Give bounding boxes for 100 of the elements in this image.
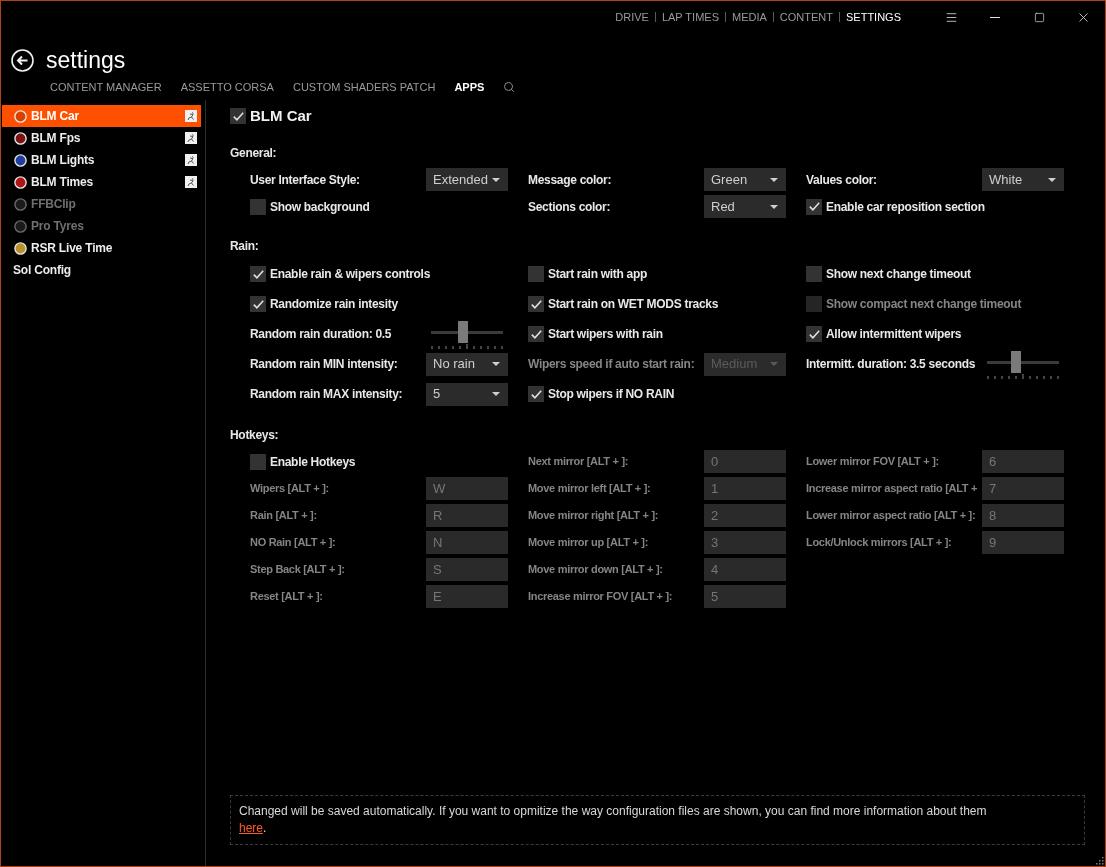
sidebar-item[interactable]: BLM Lights (2, 149, 201, 171)
checkbox[interactable] (806, 266, 822, 282)
checkbox[interactable] (250, 296, 266, 312)
checkbox[interactable] (806, 198, 822, 215)
help-link[interactable]: here (239, 821, 264, 835)
sub-tab[interactable]: CONTENT MANAGER (50, 78, 162, 96)
dropdown[interactable]: 5 (426, 382, 508, 406)
sub-tab[interactable]: CUSTOM SHADERS PATCH (292, 78, 436, 96)
checkbox[interactable] (250, 453, 266, 470)
caret-icon (492, 362, 500, 366)
search-icon[interactable] (503, 81, 516, 93)
check-icon (252, 269, 264, 279)
field-label: Lock/Unlock mirrors [ALT + ]: (806, 535, 953, 551)
check-icon (530, 389, 542, 399)
checkbox-label: Show next change timeout (826, 266, 971, 283)
field-label: Random rain MAX intensity: (250, 386, 404, 403)
check-icon (530, 329, 542, 339)
checkbox[interactable] (230, 108, 246, 124)
caret-icon (492, 392, 500, 396)
tick-marks (431, 344, 503, 349)
nav-tab[interactable]: DRIVE (615, 8, 649, 26)
sub-tab[interactable]: ASSETTO CORSA (180, 78, 274, 96)
notice-text: Changed will be saved automatically. If you want to opmitize the way configuration files are shown, you can find more information about them here. (239, 803, 988, 837)
field-label: Lower mirror FOV [ALT + ]: (806, 454, 940, 470)
caret-icon (770, 362, 778, 366)
check-icon (530, 299, 542, 309)
slider-track[interactable] (987, 351, 1059, 373)
dropdown[interactable]: White (982, 168, 1064, 191)
checkbox-label: Randomize rain intesity (270, 296, 398, 313)
checkbox-label: Stop wipers if NO RAIN (548, 386, 675, 403)
checkbox-label: Start rain with app (548, 266, 647, 283)
checkbox[interactable] (250, 266, 266, 282)
slider-thumb[interactable] (1010, 351, 1021, 373)
slider-label: Intermitt. duration: 3.5 seconds (806, 356, 977, 373)
caret-icon (770, 177, 778, 182)
checkbox[interactable] (250, 198, 266, 215)
section-title: Rain: (230, 238, 260, 254)
sidebar-item[interactable]: BLM Fps (2, 127, 201, 149)
checkbox[interactable] (528, 386, 544, 402)
checkbox[interactable] (528, 296, 544, 312)
resize-grip-icon[interactable] (1095, 856, 1104, 865)
field-label: Values color: (806, 171, 878, 189)
nav-tab[interactable]: SETTINGS (846, 8, 901, 26)
nav-tab[interactable]: MEDIA (731, 8, 767, 26)
checkbox-label: Start wipers with rain (548, 326, 663, 343)
checkbox-label: Show compact next change timeout (826, 296, 1022, 313)
tick-marks (987, 374, 1059, 379)
slider-thumb[interactable] (458, 321, 469, 343)
field-label: Lower mirror aspect ratio [ALT + ]: (806, 508, 977, 524)
checkbox-label: Enable Hotkeys (270, 453, 356, 471)
minimize-icon (990, 16, 1000, 18)
checkbox-label: Allow intermittent wipers (826, 326, 962, 343)
section-title: General: (230, 145, 278, 161)
caret-icon (492, 177, 500, 182)
checkbox[interactable] (806, 326, 822, 342)
app-title: BLM Car (250, 105, 312, 126)
field-label: Rain [ALT + ]: (250, 508, 318, 524)
checkbox-label: Show background (270, 198, 370, 216)
dropdown[interactable]: Green (704, 168, 786, 191)
maximize-icon (1033, 11, 1045, 23)
field-label: Sections color: (528, 198, 612, 216)
slider-label: Random rain duration: 0.5 (250, 326, 393, 343)
checkbox[interactable] (528, 326, 544, 342)
sidebar-item[interactable]: Sol Config (2, 259, 201, 281)
nav-tab[interactable]: LAP TIMES (661, 8, 719, 26)
field-label: Increase mirror FOV [ALT + ]: (528, 589, 674, 605)
caret-icon (770, 204, 778, 209)
field-label: Increase mirror aspect ratio [ALT + (806, 481, 979, 497)
field-label: Wipers [ALT + ]: (250, 481, 330, 497)
nav-tab[interactable]: CONTENT (779, 8, 833, 26)
sidebar-item[interactable]: BLM Times (2, 171, 201, 193)
field-label: Move mirror right [ALT + ]: (528, 508, 660, 524)
field-label: Move mirror up [ALT + ]: (528, 535, 649, 551)
slider-track[interactable] (431, 321, 503, 343)
dropdown[interactable]: Red (704, 195, 786, 218)
field-label: NO Rain [ALT + ]: (250, 535, 337, 551)
dropdown[interactable]: Extended (426, 168, 508, 191)
field-label: Next mirror [ALT + ]: (528, 454, 630, 470)
checkbox-label: Enable car reposition section (826, 198, 985, 216)
section-title: Hotkeys: (230, 427, 280, 443)
field-label: Wipers speed if auto start rain: (528, 356, 696, 373)
check-icon (808, 329, 820, 339)
menu-icon (944, 10, 958, 24)
caret-icon (1048, 177, 1056, 182)
field-label: Move mirror left [ALT + ]: (528, 481, 652, 497)
sub-tab[interactable]: APPS (454, 78, 485, 96)
field-label: Step Back [ALT + ]: (250, 562, 346, 578)
check-icon (232, 111, 244, 121)
sidebar-item[interactable]: RSR Live Time (2, 237, 201, 259)
checkbox[interactable] (528, 266, 544, 282)
figure-tile-icon (185, 132, 197, 144)
field-label: Random rain MIN intensity: (250, 356, 399, 373)
dropdown[interactable]: No rain (426, 352, 508, 376)
back-button[interactable] (11, 48, 34, 72)
page-title: settings (46, 48, 126, 72)
field-label: User Interface Style: (250, 171, 361, 189)
check-icon (808, 202, 820, 211)
field-label: Move mirror down [ALT + ]: (528, 562, 664, 578)
field-label: Message color: (528, 171, 613, 189)
check-icon (252, 299, 264, 309)
